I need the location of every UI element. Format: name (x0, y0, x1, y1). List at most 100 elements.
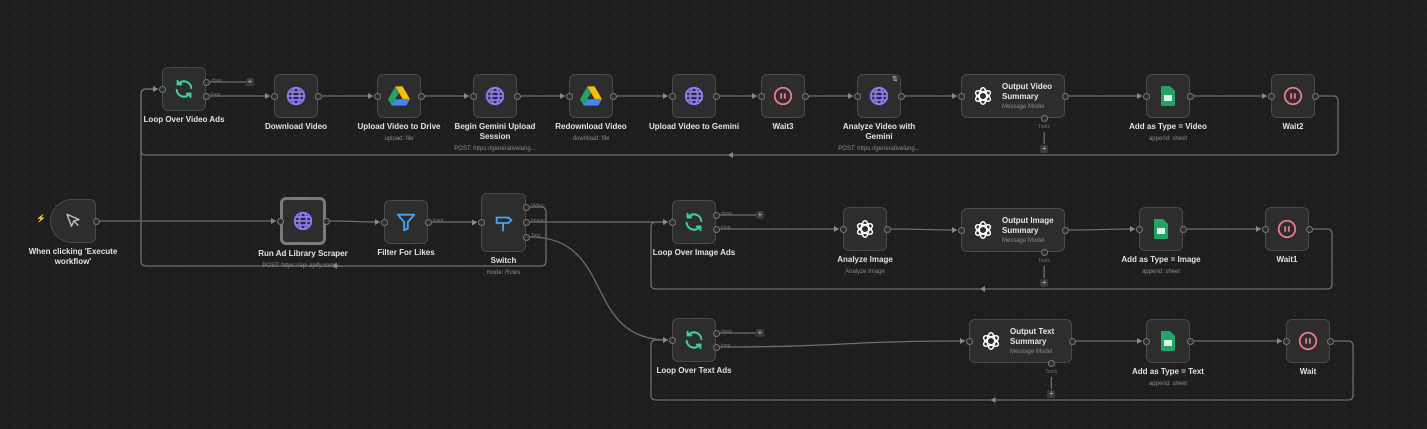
output-port[interactable] (1061, 226, 1069, 234)
output-port[interactable] (322, 217, 330, 225)
workflow-canvas[interactable]: When clicking 'Execute workflow' ⚡ Run Ad … (0, 0, 1427, 429)
node-subtitle: upload: file (384, 136, 414, 142)
output-port[interactable] (883, 225, 891, 233)
output-port[interactable] (202, 92, 210, 100)
node-out-image[interactable]: Output Image Summary Message Model (961, 208, 1065, 252)
node-switch[interactable] (481, 193, 526, 252)
output-port[interactable] (1179, 225, 1187, 233)
input-port[interactable] (668, 218, 676, 226)
input-port[interactable] (965, 337, 973, 345)
node-begin-gemini[interactable] (473, 74, 517, 118)
add-node-button[interactable]: + (1047, 390, 1056, 398)
input-port[interactable] (1142, 92, 1150, 100)
input-port[interactable] (1267, 92, 1275, 100)
output-port[interactable] (1326, 337, 1334, 345)
input-port[interactable] (668, 92, 676, 100)
input-port[interactable] (1261, 225, 1269, 233)
output-port[interactable] (1305, 225, 1313, 233)
output-port[interactable] (522, 203, 530, 211)
input-port[interactable] (380, 218, 388, 226)
output-port[interactable] (417, 92, 425, 100)
node-add-image[interactable] (1139, 207, 1183, 251)
node-scraper[interactable] (280, 197, 326, 245)
add-node-button[interactable]: + (756, 329, 764, 337)
output-port[interactable] (801, 92, 809, 100)
connection-arrow (952, 93, 957, 99)
output-port[interactable] (314, 92, 322, 100)
node-wait-1[interactable] (1265, 207, 1309, 251)
node-out-text[interactable]: Output Text Summary Message Model (969, 319, 1072, 363)
node-label: Add as Type = Video append: sheet (1103, 122, 1233, 144)
output-port[interactable] (1186, 337, 1194, 345)
connection[interactable] (890, 228, 958, 231)
loop-icon (683, 329, 705, 351)
node-add-video[interactable] (1146, 74, 1190, 118)
input-port[interactable] (565, 92, 573, 100)
node-subtitle: Message Model (1002, 104, 1045, 110)
node-download[interactable] (274, 74, 318, 118)
output-port[interactable] (202, 78, 210, 86)
output-port[interactable] (712, 343, 720, 351)
node-title: When clicking 'Execute workflow' (28, 247, 118, 266)
output-port[interactable] (712, 211, 720, 219)
input-port[interactable] (668, 336, 676, 344)
node-filter[interactable] (384, 200, 428, 244)
node-loop-text[interactable] (672, 318, 716, 362)
input-port[interactable] (839, 225, 847, 233)
input-port[interactable] (477, 219, 485, 226)
output-port[interactable] (712, 225, 720, 233)
input-port[interactable] (1135, 225, 1143, 233)
output-port[interactable] (712, 92, 720, 100)
input-port[interactable] (957, 226, 965, 234)
add-node-button[interactable]: + (756, 211, 764, 219)
globe-icon (292, 210, 314, 232)
output-port[interactable] (92, 217, 100, 225)
node-out-video[interactable]: Output Video Summary Message Model (961, 74, 1065, 118)
connection[interactable] (329, 220, 381, 223)
node-upload-gemini[interactable] (672, 74, 716, 118)
output-port[interactable] (1311, 92, 1319, 100)
output-port[interactable] (897, 92, 905, 100)
node-add-text[interactable] (1146, 319, 1190, 363)
node-wait[interactable] (1286, 319, 1330, 363)
input-port[interactable] (957, 92, 965, 100)
connection-arrow (980, 286, 985, 292)
node-loop-video[interactable] (162, 67, 206, 111)
input-port[interactable] (270, 92, 278, 100)
output-label-image: Image (531, 218, 545, 224)
node-wait-3[interactable] (761, 74, 805, 118)
connection-arrow (153, 86, 158, 92)
output-port[interactable] (424, 218, 432, 226)
output-port[interactable] (522, 218, 530, 226)
output-port[interactable] (609, 92, 617, 100)
node-loop-image[interactable] (672, 200, 716, 244)
output-port[interactable] (522, 233, 530, 241)
node-wait-2[interactable] (1271, 74, 1315, 118)
node-title: Run Ad Library Scraper (258, 249, 348, 258)
tools-port[interactable] (1040, 248, 1048, 256)
add-node-button[interactable]: + (246, 78, 254, 86)
connection[interactable] (1068, 228, 1136, 231)
output-port[interactable] (712, 329, 720, 337)
node-trigger[interactable] (50, 199, 96, 243)
output-port[interactable] (513, 92, 521, 100)
node-upload-drive[interactable] (377, 74, 421, 118)
output-port[interactable] (1068, 337, 1076, 345)
output-port[interactable] (1186, 92, 1194, 100)
input-port[interactable] (853, 92, 861, 100)
input-port[interactable] (158, 85, 166, 93)
input-port[interactable] (373, 92, 381, 100)
connection[interactable] (719, 340, 966, 348)
input-port[interactable] (757, 92, 765, 100)
input-port[interactable] (1142, 337, 1150, 345)
add-node-button[interactable]: + (1040, 145, 1049, 153)
input-port[interactable] (469, 92, 477, 100)
tools-port[interactable] (1040, 114, 1048, 122)
output-port[interactable] (1061, 92, 1069, 100)
input-port[interactable] (276, 217, 284, 225)
add-node-button[interactable]: + (1040, 279, 1049, 287)
tools-port[interactable] (1047, 359, 1055, 367)
node-redownload[interactable] (569, 74, 613, 118)
node-analyze-image[interactable] (843, 207, 887, 251)
input-port[interactable] (1282, 337, 1290, 345)
